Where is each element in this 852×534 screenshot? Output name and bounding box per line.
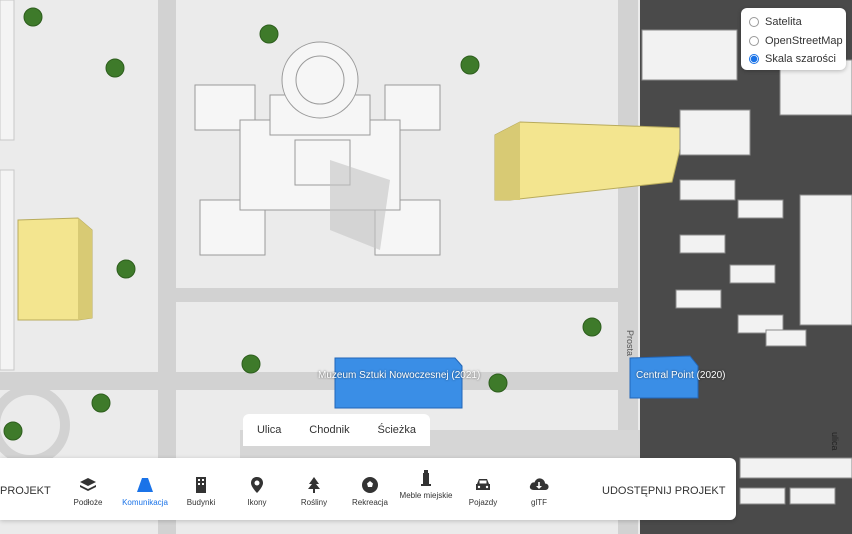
radio-icon[interactable] [749,17,759,27]
tab-chodnik[interactable]: Chodnik [309,424,349,436]
bench-icon [396,468,456,488]
tool-pojazdy[interactable]: Pojazdy [453,458,513,520]
ball-icon [340,475,400,495]
layers-icon [58,475,118,495]
tool-rosliny[interactable]: Rośliny [284,458,344,520]
map-pin-icon [227,475,287,495]
building-icon [171,475,231,495]
tab-sciezka[interactable]: Ścieżka [378,424,417,436]
car-icon [453,475,513,495]
tool-meble[interactable]: Meble miejskie [396,458,456,520]
tool-gltf[interactable]: glTF [509,458,569,520]
road-type-tabs: Ulica Chodnik Ścieżka [243,414,430,446]
street-label-vertical: Prosta [625,330,635,356]
layer-label: OpenStreetMap [765,35,843,47]
layer-option-satellite[interactable]: Satelita [749,16,802,28]
tool-budynki[interactable]: Budynki [171,458,231,520]
project-menu-button[interactable]: PROJEKT [0,485,51,497]
tool-komunikacja[interactable]: Komunikacja [115,458,175,520]
layer-label: Satelita [765,16,802,28]
tool-rekreacja[interactable]: Rekreacja [340,458,400,520]
tool-podloze[interactable]: Podłoże [58,458,118,520]
map-canvas[interactable]: Prosta ulica [0,0,852,534]
street-label-right: ulica [830,432,840,451]
tool-ikony[interactable]: Ikony [227,458,287,520]
layer-option-osm[interactable]: OpenStreetMap [749,35,843,47]
base-layer-switcher: Satelita OpenStreetMap Skala szarości [741,8,846,70]
tree-icon [284,475,344,495]
marker-label-central-point[interactable]: Central Point (2020) [636,370,726,381]
radio-icon[interactable] [749,36,759,46]
layer-label: Skala szarości [765,53,836,65]
road-icon [115,475,175,495]
radio-selected-icon[interactable] [749,54,759,64]
share-project-button[interactable]: UDOSTĘPNIJ PROJEKT [602,485,725,497]
tab-ulica[interactable]: Ulica [257,424,281,436]
cloud-download-icon [509,475,569,495]
layer-option-grayscale[interactable]: Skala szarości [749,53,836,65]
marker-label-museum[interactable]: Muzeum Sztuki Nowoczesnej (2021) [318,370,480,381]
